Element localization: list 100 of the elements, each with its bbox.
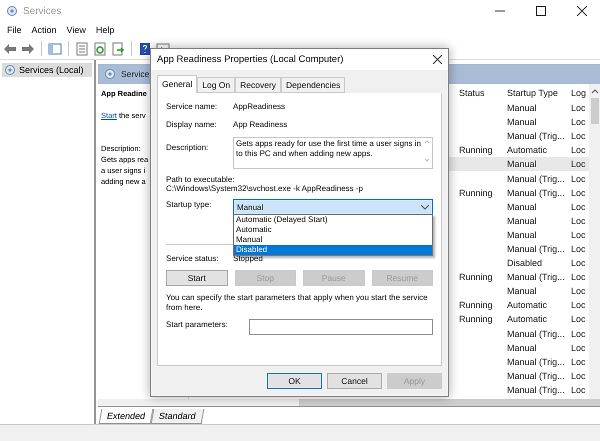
dialog-title: App Readiness Properties (Local Computer) [157, 54, 344, 66]
table-cell-text: Manual (Trig... [507, 356, 566, 367]
properties-icon[interactable] [75, 42, 89, 56]
startup-type-dropdown[interactable]: Manual [233, 199, 433, 216]
field-label: Startup type: [166, 199, 212, 210]
table-cell-text: Loc [571, 174, 587, 184]
field-label: Display name: [166, 119, 218, 130]
forward-arrow-icon[interactable] [21, 42, 35, 56]
table-cell-text: Running [459, 272, 494, 282]
field-label: Description: [166, 142, 210, 152]
window-title: Services [23, 6, 62, 16]
services-icon [104, 68, 116, 80]
services-icon [4, 64, 16, 76]
service-control-button[interactable]: Start [166, 270, 228, 286]
app-icon [6, 5, 18, 17]
tree-item[interactable]: Services (Local) [2, 63, 92, 77]
close-icon[interactable] [577, 6, 587, 16]
column-header[interactable]: Startup Type [507, 88, 571, 98]
table-cell-text: Loc [571, 202, 587, 212]
table-cell-text: Manual (Trig... [507, 328, 566, 339]
table-cell-text: Loc [571, 384, 587, 395]
table-cell-text: Loc [571, 216, 587, 226]
back-arrow-icon[interactable] [3, 42, 17, 56]
table-cell-text: Loc [571, 328, 587, 339]
table-cell-text: Loc [571, 342, 587, 353]
menu-item[interactable]: Action [26, 25, 62, 35]
path-value: C:\Windows\System32\svchost.exe -k AppReadiness -p [166, 184, 364, 194]
table-cell-text: Running [459, 188, 494, 198]
table-cell-text: Running [459, 145, 494, 156]
table-cell-text: Loc [571, 230, 587, 240]
chevron-down-icon [421, 204, 429, 210]
table-cell-text: Loc [571, 356, 587, 367]
dialog-tab[interactable]: Dependencies [281, 77, 346, 94]
dropdown-option[interactable]: Automatic (Delayed Start) [234, 215, 432, 226]
table-cell-text: Loc [571, 314, 587, 324]
table-cell-text: Running [459, 314, 494, 324]
help-icon[interactable] [138, 42, 152, 56]
dropdown-option[interactable]: Manual [234, 235, 432, 246]
table-cell-text: Loc [571, 300, 587, 310]
table-cell-text: Loc [571, 188, 587, 198]
table-cell-text: Manual (Trig... [507, 272, 566, 282]
column-header[interactable]: Log [571, 88, 589, 98]
table-cell-text: Manual [507, 202, 538, 212]
field-value: Stopped [233, 253, 263, 264]
dropdown-option[interactable]: Automatic [234, 225, 432, 236]
scrollbar-thumb[interactable] [590, 98, 598, 124]
field-label: Service status: [166, 253, 220, 264]
table-cell-text: Loc [571, 244, 587, 254]
field-value: App Readiness [233, 119, 288, 130]
table-cell-text: Loc [571, 131, 587, 142]
vertical-scrollbar[interactable] [589, 84, 600, 399]
table-cell-text: Manual (Trig... [507, 244, 566, 254]
table-cell-text: Manual (Trig... [507, 131, 566, 142]
table-cell-text: Loc [571, 286, 587, 296]
view-tab[interactable]: Standard [150, 409, 204, 424]
table-cell-text: Manual [507, 216, 538, 226]
table-cell-text: Running [459, 300, 494, 310]
field-label: Service name: [166, 101, 218, 112]
table-cell-text: Manual [507, 159, 538, 170]
column-header[interactable]: Status [459, 88, 507, 98]
menu-item[interactable]: File [2, 25, 27, 35]
dialog-button[interactable]: Cancel [327, 373, 382, 389]
table-cell-text: Manual [507, 286, 538, 296]
table-cell-text: Manual (Trig... [507, 174, 566, 184]
export-list-icon[interactable] [111, 42, 125, 56]
table-cell-text: Disabled [507, 258, 544, 268]
table-cell-text: Manual (Trig... [507, 384, 566, 395]
table-cell-text: Loc [571, 370, 587, 381]
close-icon[interactable] [433, 55, 442, 64]
table-cell-text: Manual [507, 342, 538, 353]
table-cell-text: Loc [571, 117, 587, 128]
field-label: Path to executable: [166, 175, 236, 184]
table-cell-text: Loc [571, 258, 587, 268]
table-cell-text: Manual [507, 103, 538, 114]
table-cell-text: Manual [507, 117, 538, 128]
table-cell-text: Manual (Trig... [507, 370, 566, 381]
pane-title: Service [121, 69, 150, 79]
table-cell-text: Manual (Trig... [507, 188, 566, 198]
dialog-tab[interactable]: General [157, 75, 198, 94]
menu-item[interactable]: Help [90, 25, 120, 35]
table-cell-text: Loc [571, 103, 587, 114]
console-tree-icon[interactable] [48, 42, 62, 56]
start-parameters-field[interactable] [249, 319, 433, 336]
dialog-button[interactable]: OK [267, 373, 322, 389]
table-cell-text: Automatic [507, 300, 548, 310]
maximize-icon[interactable] [536, 6, 546, 16]
dialog-tab[interactable]: Recovery [235, 77, 282, 94]
view-tab[interactable]: Extended [98, 409, 154, 424]
table-cell-text: Loc [571, 159, 587, 170]
dropdown-option[interactable]: Disabled [234, 245, 432, 256]
menu-item[interactable]: View [62, 25, 91, 35]
table-cell-text: Automatic [507, 145, 548, 156]
table-cell-text: Manual [507, 230, 538, 240]
table-cell-text: Automatic [507, 314, 548, 324]
hint-text: You can specify the start parameters that apply when you start the service from here. [166, 293, 429, 314]
horizontal-scrollbar[interactable] [98, 399, 600, 406]
table-cell-text: Loc [571, 272, 587, 282]
refresh-icon[interactable] [93, 42, 107, 56]
description-box[interactable]: Gets apps ready for use the first time a user signs in to this PC and when adding new apps. [233, 137, 433, 170]
dialog-tab[interactable]: Log On [197, 77, 236, 94]
